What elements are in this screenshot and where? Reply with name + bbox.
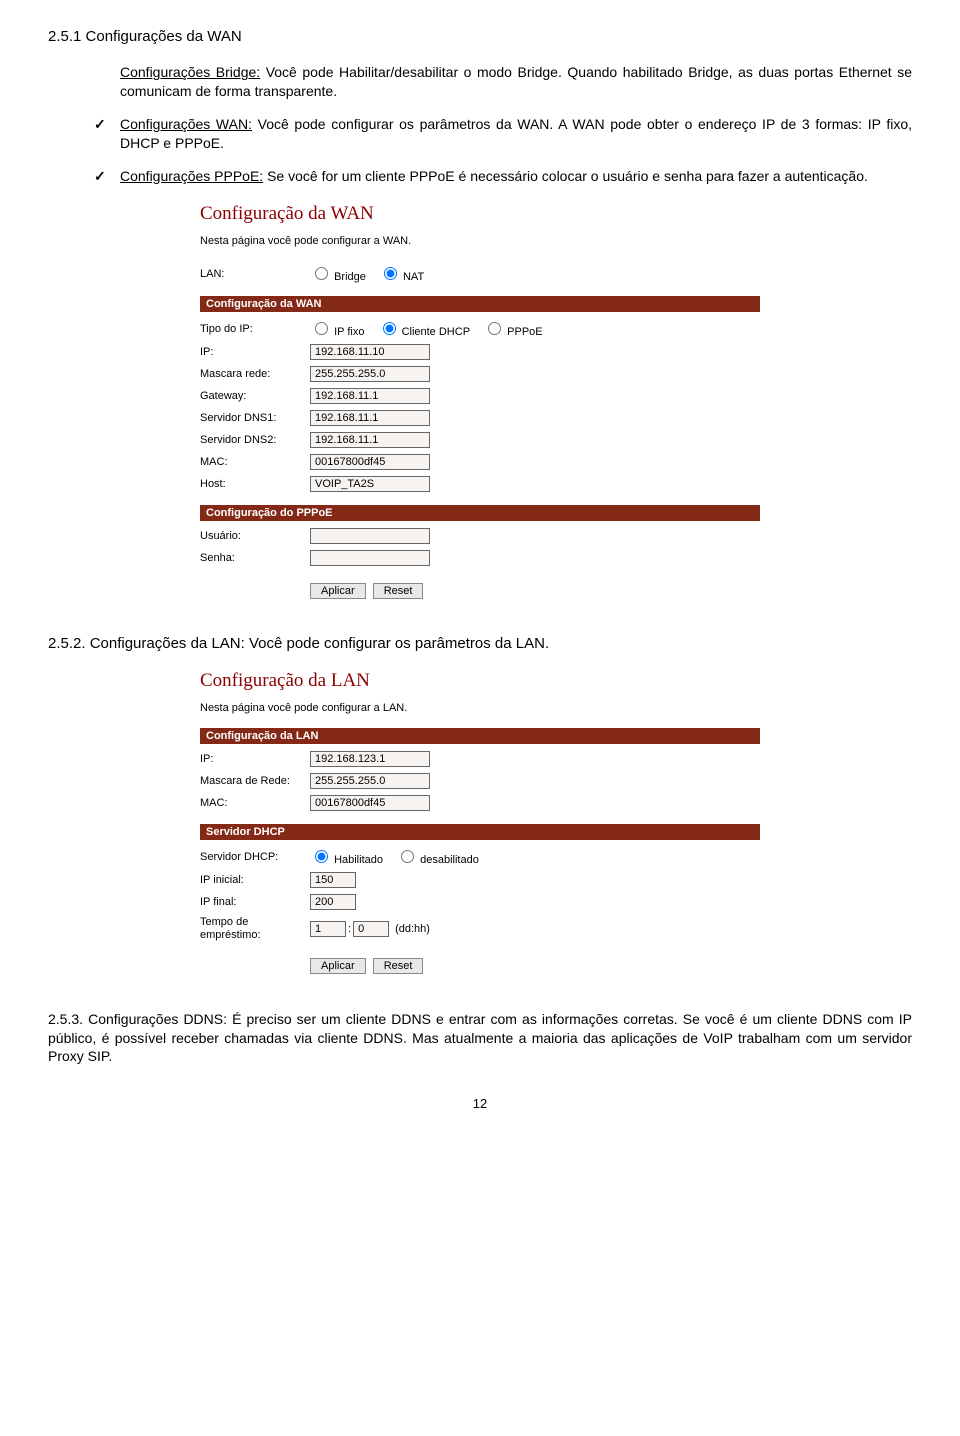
bullet-pppoe: Configurações PPPoE: Se você for um clie… bbox=[94, 167, 912, 186]
bullet-pppoe-label: Configurações PPPoE: bbox=[120, 168, 263, 184]
radio-dhcp-client[interactable]: Cliente DHCP bbox=[378, 326, 471, 338]
wan-ip-label: IP: bbox=[200, 346, 310, 358]
dhcp-ipini-input[interactable] bbox=[310, 872, 356, 888]
section-252-title: 2.5.2. Configurações da LAN: Você pode c… bbox=[48, 635, 912, 652]
wan-host-input[interactable] bbox=[310, 476, 430, 492]
wan-mask-label: Mascara rede: bbox=[200, 368, 310, 380]
wan-section-header: Configuração da WAN bbox=[200, 296, 760, 312]
wan-mac-input[interactable] bbox=[310, 454, 430, 470]
dhcp-ipfin-label: IP final: bbox=[200, 896, 310, 908]
lan-panel-title: Configuração da LAN bbox=[200, 670, 760, 692]
wan-host-label: Host: bbox=[200, 478, 310, 490]
lan-ip-input[interactable] bbox=[310, 751, 430, 767]
radio-bridge[interactable]: Bridge bbox=[310, 271, 366, 283]
lan-section-header: Configuração da LAN bbox=[200, 728, 760, 744]
bridge-label: Configurações Bridge: bbox=[120, 64, 260, 80]
colon-separator: : bbox=[348, 923, 351, 935]
pppoe-section-header: Configuração do PPPoE bbox=[200, 505, 760, 521]
lease-unit-label: (dd:hh) bbox=[395, 923, 430, 935]
wan-config-panel: Configuração da WAN Nesta página você po… bbox=[200, 203, 760, 599]
pppoe-pass-label: Senha: bbox=[200, 552, 310, 564]
lan-mac-label: MAC: bbox=[200, 797, 310, 809]
lan-apply-button[interactable]: Aplicar bbox=[310, 958, 366, 974]
wan-dns2-label: Servidor DNS2: bbox=[200, 434, 310, 446]
wan-mask-input[interactable] bbox=[310, 366, 430, 382]
dhcp-server-label: Servidor DHCP: bbox=[200, 851, 310, 863]
lan-mode-label: LAN: bbox=[200, 268, 310, 280]
lan-ip-label: IP: bbox=[200, 753, 310, 765]
page-number: 12 bbox=[48, 1096, 912, 1111]
radio-ip-fixo[interactable]: IP fixo bbox=[310, 326, 364, 338]
bullet-wan: Configurações WAN: Você pode configurar … bbox=[94, 115, 912, 153]
section-251-title: 2.5.1 Configurações da WAN bbox=[48, 28, 912, 45]
wan-gateway-input[interactable] bbox=[310, 388, 430, 404]
wan-apply-button[interactable]: Aplicar bbox=[310, 583, 366, 599]
radio-dhcp-enabled[interactable]: Habilitado bbox=[310, 854, 383, 866]
wan-mac-label: MAC: bbox=[200, 456, 310, 468]
wan-dns1-label: Servidor DNS1: bbox=[200, 412, 310, 424]
section-253-text: 2.5.3. Configurações DDNS: É preciso ser… bbox=[48, 1010, 912, 1067]
lan-mask-input[interactable] bbox=[310, 773, 430, 789]
radio-nat[interactable]: NAT bbox=[379, 271, 424, 283]
dhcp-ipini-label: IP inicial: bbox=[200, 874, 310, 886]
lan-reset-button[interactable]: Reset bbox=[373, 958, 424, 974]
pppoe-user-label: Usuário: bbox=[200, 530, 310, 542]
wan-gateway-label: Gateway: bbox=[200, 390, 310, 402]
ip-type-label: Tipo do IP: bbox=[200, 323, 310, 335]
lan-mask-label: Mascara de Rede: bbox=[200, 775, 310, 787]
pppoe-user-input[interactable] bbox=[310, 528, 430, 544]
wan-panel-desc: Nesta página você pode configurar a WAN. bbox=[200, 235, 760, 247]
dhcp-lease-hours-input[interactable] bbox=[353, 921, 389, 937]
dhcp-lease-label: Tempo de empréstimo: bbox=[200, 916, 310, 940]
wan-panel-title: Configuração da WAN bbox=[200, 203, 760, 225]
bullet-wan-label: Configurações WAN: bbox=[120, 116, 252, 132]
wan-reset-button[interactable]: Reset bbox=[373, 583, 424, 599]
wan-dns1-input[interactable] bbox=[310, 410, 430, 426]
dhcp-ipfin-input[interactable] bbox=[310, 894, 356, 910]
radio-dhcp-disabled[interactable]: desabilitado bbox=[396, 854, 479, 866]
wan-dns2-input[interactable] bbox=[310, 432, 430, 448]
lan-mac-input[interactable] bbox=[310, 795, 430, 811]
lan-panel-desc: Nesta página você pode configurar a LAN. bbox=[200, 702, 760, 714]
radio-pppoe[interactable]: PPPoE bbox=[483, 326, 543, 338]
paragraph-bridge: Configurações Bridge: Você pode Habilita… bbox=[120, 63, 912, 101]
dhcp-section-header: Servidor DHCP bbox=[200, 824, 760, 840]
bullet-pppoe-text: Se você for um cliente PPPoE é necessári… bbox=[263, 168, 868, 184]
wan-ip-input[interactable] bbox=[310, 344, 430, 360]
lan-config-panel: Configuração da LAN Nesta página você po… bbox=[200, 670, 760, 973]
dhcp-lease-days-input[interactable] bbox=[310, 921, 346, 937]
pppoe-pass-input[interactable] bbox=[310, 550, 430, 566]
